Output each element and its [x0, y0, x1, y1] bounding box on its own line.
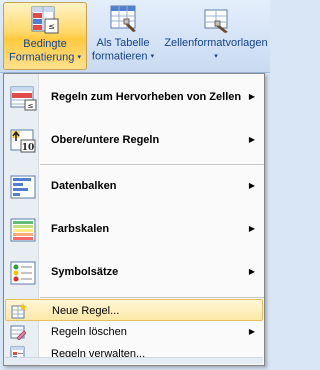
menu-item-highlight-cells-rules[interactable]: ≤ Regeln zum Hervorheben von Zellen ▶: [5, 77, 263, 119]
menu-item-label: Regeln zum Hervorheben von Zellen: [51, 91, 242, 103]
menu-separator: [40, 297, 264, 298]
menu-resize-grip[interactable]: [5, 357, 263, 364]
conditional-formatting-menu: ≤ Regeln zum Hervorheben von Zellen ▶ 10…: [3, 73, 265, 366]
cell-styles-icon: [204, 9, 228, 33]
clear-rules-icon: [10, 325, 26, 340]
dropdown-arrow-icon: ▾: [77, 54, 81, 61]
submenu-arrow-icon: ▶: [248, 181, 255, 190]
format-as-table-label-1: Als Tabelle: [96, 37, 150, 49]
ribbon: ≤ Bedingte Formatierung ▾ Als Tabelle fo…: [0, 0, 270, 73]
menu-item-label: Symbolsätze: [51, 266, 119, 278]
cell-styles-button[interactable]: Zellenformatvorlagen ▾: [160, 2, 272, 70]
menu-item-data-bars[interactable]: Datenbalken ▶: [5, 166, 263, 208]
dropdown-arrow-icon: ▾: [214, 53, 218, 60]
conditional-formatting-button[interactable]: ≤ Bedingte Formatierung ▾: [3, 2, 87, 70]
submenu-arrow-icon: ▶: [248, 135, 255, 144]
submenu-arrow-icon: ▶: [248, 327, 255, 336]
format-as-table-button[interactable]: Als Tabelle formatieren ▾: [88, 2, 158, 70]
table-format-icon: [110, 5, 136, 32]
menu-item-label: Neue Regel...: [52, 305, 120, 317]
new-rule-icon: [11, 303, 27, 319]
menu-item-top-bottom-rules[interactable]: 10 Obere/untere Regeln ▶: [5, 120, 263, 162]
conditional-formatting-label-2: Formatierung: [9, 51, 75, 64]
menu-item-icon-sets[interactable]: Symbolsätze ▶: [5, 252, 263, 294]
submenu-arrow-icon: ▶: [248, 224, 255, 233]
menu-item-label: Datenbalken: [51, 180, 117, 192]
format-as-table-label-2: formatieren: [91, 50, 148, 63]
highlight-cells-rules-icon: ≤: [10, 86, 37, 111]
svg-text:≤: ≤: [28, 102, 34, 110]
menu-item-new-rule[interactable]: Neue Regel...: [5, 299, 263, 321]
cell-styles-label: Zellenformatvorlagen: [164, 37, 268, 49]
conditional-formatting-label-1: Bedingte: [23, 38, 67, 50]
menu-item-color-scales[interactable]: Farbskalen ▶: [5, 209, 263, 251]
dropdown-arrow-icon: ▾: [150, 53, 155, 60]
menu-item-label: Obere/untere Regeln: [51, 134, 160, 146]
icon-sets-icon: [10, 261, 36, 285]
svg-text:≤: ≤: [48, 22, 55, 31]
menu-separator: [40, 164, 264, 165]
submenu-arrow-icon: ▶: [248, 267, 255, 276]
conditional-format-icon: ≤: [31, 6, 59, 34]
submenu-arrow-icon: ▶: [248, 92, 255, 101]
data-bars-icon: [10, 175, 36, 199]
menu-item-label: Regeln löschen: [51, 326, 127, 338]
menu-item-label: Farbskalen: [51, 223, 110, 235]
color-scales-icon: [10, 218, 36, 242]
top-bottom-icon-text: 10: [22, 143, 35, 153]
top-bottom-rules-icon: 10: [10, 129, 36, 153]
menu-item-clear-rules[interactable]: Regeln löschen ▶: [5, 321, 263, 343]
